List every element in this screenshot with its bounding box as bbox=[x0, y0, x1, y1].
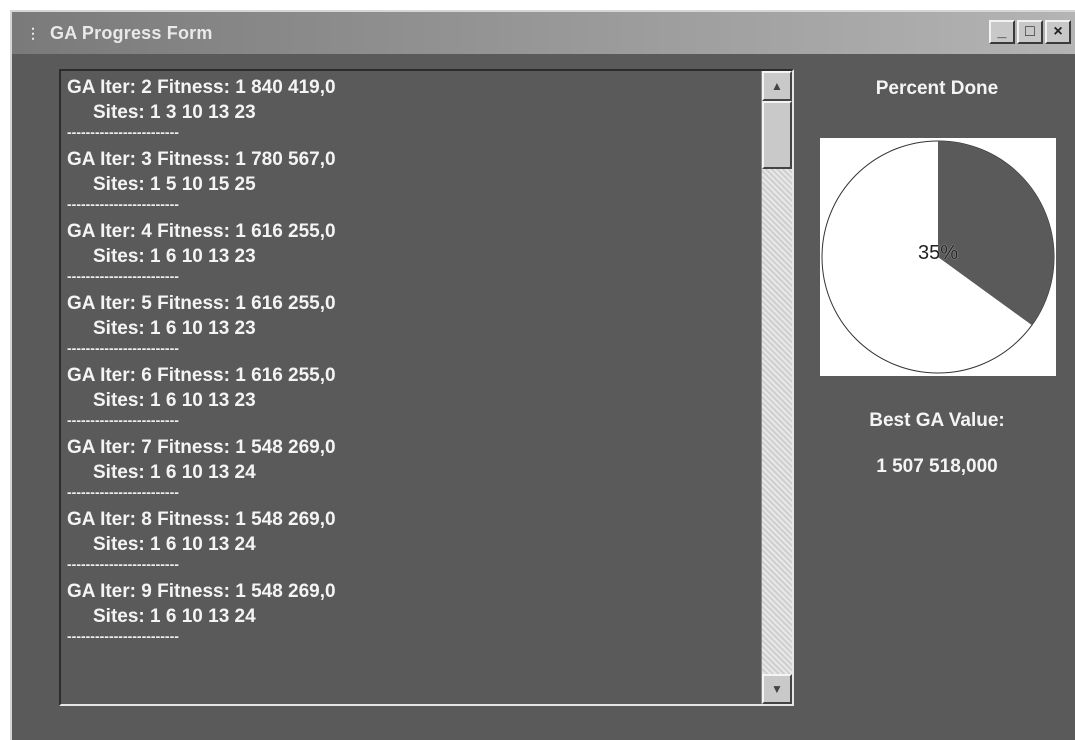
log-list: GA Iter: 2 Fitness: 1 840 419,0 Sites: 1 … bbox=[67, 75, 752, 704]
scroll-thumb[interactable] bbox=[762, 101, 792, 169]
percent-done-label: Percent Done bbox=[875, 78, 999, 99]
system-menu-icon[interactable]: ⋮ bbox=[22, 22, 44, 44]
minimize-button[interactable]: _ bbox=[989, 20, 1015, 44]
log-entry: GA Iter: 7 Fitness: 1 548 269,0 Sites: 1 … bbox=[67, 435, 752, 499]
iteration-line: GA Iter: 5 Fitness: 1 616 255,0 bbox=[67, 293, 336, 314]
progress-pie-chart: 35% bbox=[820, 138, 1056, 376]
entry-separator: ------------------------ bbox=[67, 557, 179, 571]
sites-line: Sites: 1 6 10 13 24 bbox=[93, 534, 256, 555]
sites-line: Sites: 1 6 10 13 24 bbox=[93, 606, 256, 627]
iteration-log-listbox[interactable]: GA Iter: 2 Fitness: 1 840 419,0 Sites: 1 … bbox=[59, 69, 794, 706]
title-bar[interactable]: ⋮ GA Progress Form _ □ × bbox=[12, 12, 1075, 54]
window-title: GA Progress Form bbox=[50, 22, 213, 43]
log-entry: GA Iter: 2 Fitness: 1 840 419,0 Sites: 1 … bbox=[67, 75, 752, 139]
iteration-line: GA Iter: 7 Fitness: 1 548 269,0 bbox=[67, 437, 336, 458]
sites-line: Sites: 1 6 10 13 23 bbox=[93, 246, 256, 267]
percent-value: 35% bbox=[917, 242, 959, 264]
iteration-line: GA Iter: 3 Fitness: 1 780 567,0 bbox=[67, 149, 336, 170]
entry-separator: ------------------------ bbox=[67, 197, 179, 211]
sites-line: Sites: 1 3 10 13 23 bbox=[93, 102, 256, 123]
sites-line: Sites: 1 5 10 15 25 bbox=[93, 174, 256, 195]
entry-separator: ------------------------ bbox=[67, 341, 179, 355]
entry-separator: ------------------------ bbox=[67, 413, 179, 427]
vertical-scrollbar[interactable]: ▲ ▼ bbox=[761, 71, 792, 704]
window-controls: _ □ × bbox=[989, 20, 1071, 44]
ga-progress-window: ⋮ GA Progress Form _ □ × GA Iter: 2 Fitn… bbox=[10, 10, 1075, 740]
best-ga-value: 1 507 518,000 bbox=[876, 456, 998, 477]
iteration-line: GA Iter: 2 Fitness: 1 840 419,0 bbox=[67, 77, 336, 98]
log-entry: GA Iter: 8 Fitness: 1 548 269,0 Sites: 1 … bbox=[67, 507, 752, 571]
iteration-line: GA Iter: 6 Fitness: 1 616 255,0 bbox=[67, 365, 336, 386]
log-entry: GA Iter: 3 Fitness: 1 780 567,0 Sites: 1 … bbox=[67, 147, 752, 211]
entry-separator: ------------------------ bbox=[67, 485, 179, 499]
scroll-down-button[interactable]: ▼ bbox=[762, 674, 792, 704]
close-button[interactable]: × bbox=[1045, 20, 1071, 44]
entry-separator: ------------------------ bbox=[67, 269, 179, 283]
maximize-button[interactable]: □ bbox=[1017, 20, 1043, 44]
scroll-up-button[interactable]: ▲ bbox=[762, 71, 792, 101]
iteration-line: GA Iter: 4 Fitness: 1 616 255,0 bbox=[67, 221, 336, 242]
sites-line: Sites: 1 6 10 13 23 bbox=[93, 390, 256, 411]
log-entry: GA Iter: 5 Fitness: 1 616 255,0 Sites: 1 … bbox=[67, 291, 752, 355]
iteration-line: GA Iter: 8 Fitness: 1 548 269,0 bbox=[67, 509, 336, 530]
sites-line: Sites: 1 6 10 13 24 bbox=[93, 462, 256, 483]
sites-line: Sites: 1 6 10 13 23 bbox=[93, 318, 256, 339]
log-entry: GA Iter: 6 Fitness: 1 616 255,0 Sites: 1 … bbox=[67, 363, 752, 427]
iteration-line: GA Iter: 9 Fitness: 1 548 269,0 bbox=[67, 581, 336, 602]
best-ga-value-label: Best GA Value: bbox=[869, 410, 1005, 431]
log-entry: GA Iter: 4 Fitness: 1 616 255,0 Sites: 1 … bbox=[67, 219, 752, 283]
entry-separator: ------------------------ bbox=[67, 629, 179, 643]
entry-separator: ------------------------ bbox=[67, 125, 179, 139]
log-entry: GA Iter: 9 Fitness: 1 548 269,0 Sites: 1 … bbox=[67, 579, 752, 643]
